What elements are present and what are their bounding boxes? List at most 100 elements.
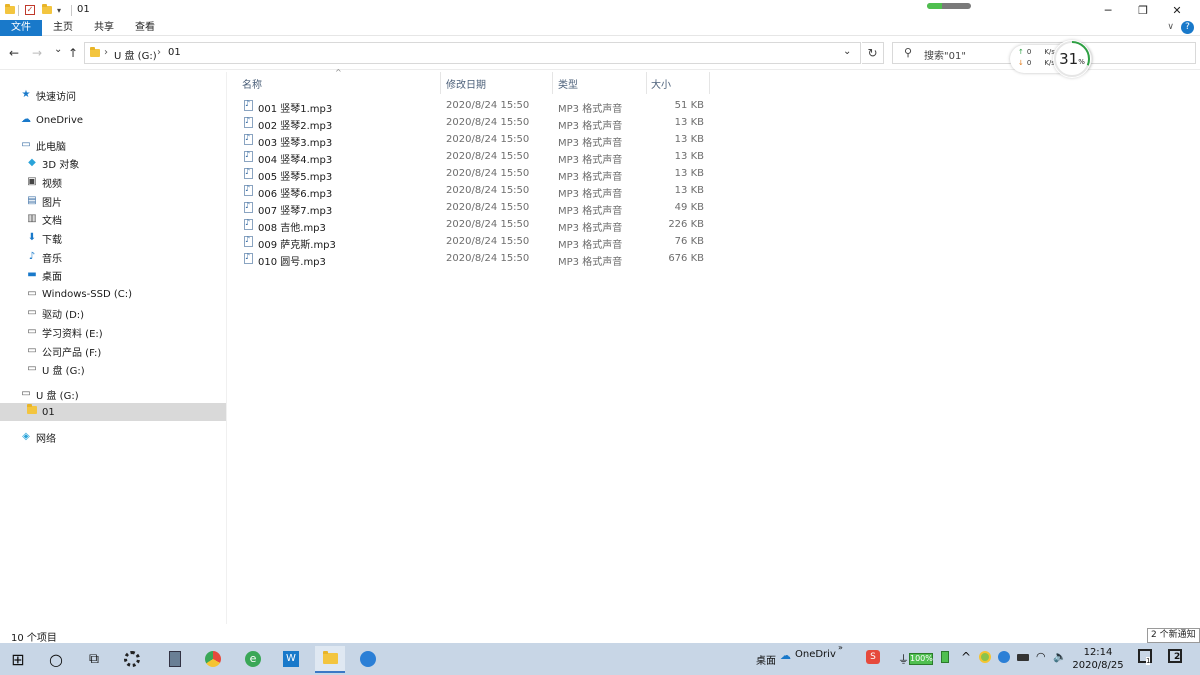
forward-button[interactable]: → xyxy=(32,46,42,60)
file-row[interactable]: 007 竖琴7.mp3 2020/8/24 15:50 MP3 格式声音 49 KB xyxy=(241,199,711,217)
crumb-separator[interactable]: › xyxy=(157,47,161,58)
star-icon: ★ xyxy=(21,89,31,100)
desktop-icon: ▬ xyxy=(27,269,37,280)
crumb-folder-01[interactable]: 01 xyxy=(168,47,181,58)
onedrive-tray-icon[interactable]: ☁ xyxy=(780,649,791,662)
sidebar-item[interactable]: ▣ 视频 xyxy=(0,173,226,191)
device-tray-icon[interactable] xyxy=(1017,654,1029,661)
sidebar-item[interactable]: ▭ 此电脑 xyxy=(0,136,226,154)
sidebar-item[interactable]: ★ 快速访问 xyxy=(0,86,226,104)
desktop-toolbar-label[interactable]: 桌面 xyxy=(756,652,776,667)
file-name: 003 竖琴3.mp3 xyxy=(258,138,333,149)
back-button[interactable]: ← xyxy=(9,46,19,60)
file-row[interactable]: 005 竖琴5.mp3 2020/8/24 15:50 MP3 格式声音 13 KB xyxy=(241,165,711,183)
column-size[interactable]: 大小 xyxy=(651,76,671,92)
tab-view[interactable]: 查看 xyxy=(130,20,160,36)
column-divider[interactable] xyxy=(552,72,553,94)
column-divider[interactable] xyxy=(709,72,710,94)
column-divider[interactable] xyxy=(440,72,441,94)
clock[interactable]: 12:14 2020/8/25 xyxy=(1072,646,1124,672)
new-folder-icon[interactable] xyxy=(42,3,52,17)
sidebar-item[interactable]: ▭ 学习资料 (E:) xyxy=(0,323,226,341)
column-name[interactable]: 名称 xyxy=(242,76,262,92)
security-tray-icon[interactable] xyxy=(979,651,991,663)
sidebar-item[interactable]: ☁ OneDrive xyxy=(0,111,226,129)
picture-icon: ▤ xyxy=(27,195,37,206)
file-type: MP3 格式声音 xyxy=(558,104,623,115)
sidebar-item[interactable]: ◆ 3D 对象 xyxy=(0,154,226,172)
file-size: 676 KB xyxy=(668,253,704,264)
sidebar-item[interactable]: ▭ Windows-SSD (C:) xyxy=(0,285,226,303)
battery-indicator[interactable]: 100% xyxy=(909,653,933,665)
column-divider[interactable] xyxy=(646,72,647,94)
audio-file-icon xyxy=(244,201,253,213)
sidebar-item[interactable]: ▥ 文档 xyxy=(0,210,226,228)
file-type: MP3 格式声音 xyxy=(558,257,623,268)
shield-tray-icon[interactable] xyxy=(998,651,1010,663)
help-icon[interactable]: ? xyxy=(1181,21,1194,34)
plug-icon[interactable]: ⏚ xyxy=(898,651,909,667)
up-button[interactable]: ↑ xyxy=(68,46,78,60)
sidebar-item[interactable]: ▭ U 盘 (G:) xyxy=(0,360,226,378)
expand-ribbon-icon[interactable]: ∨ xyxy=(1167,22,1174,32)
customize-qat-icon[interactable]: ▾ xyxy=(57,3,61,17)
sidebar-item[interactable]: ♪ 音乐 xyxy=(0,248,226,266)
sidebar-item[interactable]: ◈ 网络 xyxy=(0,428,226,446)
file-row[interactable]: 004 竖琴4.mp3 2020/8/24 15:50 MP3 格式声音 13 KB xyxy=(241,148,711,166)
address-bar[interactable]: › U 盘 (G:) › 01 xyxy=(84,42,861,64)
fan-app-icon[interactable] xyxy=(121,648,143,670)
column-date[interactable]: 修改日期 xyxy=(446,76,486,92)
file-row[interactable]: 006 竖琴6.mp3 2020/8/24 15:50 MP3 格式声音 13 KB xyxy=(241,182,711,200)
download-arrow-icon: ↓ xyxy=(1018,59,1024,67)
file-size: 49 KB xyxy=(674,202,704,213)
percent-sign: % xyxy=(1078,58,1085,66)
wifi-icon[interactable]: ◠ xyxy=(1036,650,1046,663)
toolbar-overflow-icon[interactable]: » xyxy=(838,643,843,652)
tab-file[interactable]: 文件 xyxy=(0,20,42,36)
start-button[interactable]: ⊞ xyxy=(7,648,29,670)
tab-share[interactable]: 共享 xyxy=(89,20,119,36)
word-app-icon[interactable]: W xyxy=(280,648,302,670)
crumb-separator[interactable]: › xyxy=(104,47,108,58)
file-row[interactable]: 002 竖琴2.mp3 2020/8/24 15:50 MP3 格式声音 13 KB xyxy=(241,114,711,132)
sidebar-item[interactable]: ▤ 图片 xyxy=(0,192,226,210)
tab-home[interactable]: 主页 xyxy=(48,20,78,36)
file-explorer-taskbar-icon[interactable] xyxy=(315,646,345,673)
sidebar-item-label: 网络 xyxy=(36,433,56,445)
file-row[interactable]: 003 竖琴3.mp3 2020/8/24 15:50 MP3 格式声音 13 KB xyxy=(241,131,711,149)
calculator-icon[interactable] xyxy=(164,648,186,670)
sidebar-item[interactable]: ▬ 桌面 xyxy=(0,266,226,284)
file-row[interactable]: 009 萨克斯.mp3 2020/8/24 15:50 MP3 格式声音 76 KB xyxy=(241,233,711,251)
sidebar-item[interactable]: ▭ 公司产品 (F:) xyxy=(0,342,226,360)
crumb-usb-drive[interactable]: U 盘 (G:) xyxy=(114,47,157,62)
properties-check-icon[interactable]: ✓ xyxy=(25,3,35,17)
task-view-button[interactable]: ⧉ xyxy=(83,648,105,670)
onedrive-toolbar-label[interactable]: OneDriv xyxy=(795,649,836,660)
search-button[interactable]: ○ xyxy=(45,648,67,670)
file-date: 2020/8/24 15:50 xyxy=(446,168,530,179)
file-date: 2020/8/24 15:50 xyxy=(446,100,530,111)
show-hidden-icons-button[interactable]: ^ xyxy=(961,650,971,664)
address-dropdown-button[interactable]: ⌄ xyxy=(843,46,851,57)
audio-file-icon xyxy=(244,150,253,162)
action-center-icon[interactable]: 2 xyxy=(1168,649,1182,663)
recent-locations-button[interactable]: ⌄ xyxy=(54,44,62,55)
file-row[interactable]: 010 圆号.mp3 2020/8/24 15:50 MP3 格式声音 676 KB xyxy=(241,250,711,268)
feishu-app-icon[interactable] xyxy=(357,648,379,670)
column-type[interactable]: 类型 xyxy=(558,76,578,92)
chrome-icon[interactable] xyxy=(202,648,224,670)
file-type: MP3 格式声音 xyxy=(558,240,623,251)
file-row[interactable]: 001 竖琴1.mp3 2020/8/24 15:50 MP3 格式声音 51 KB xyxy=(241,97,711,115)
volume-icon[interactable]: 🔈 xyxy=(1053,650,1067,663)
close-button[interactable]: ✕ xyxy=(1154,0,1200,20)
show-desktop-icon[interactable]: 1 xyxy=(1138,649,1152,665)
sidebar-item[interactable]: ▭ U 盘 (G:) xyxy=(0,385,226,403)
edge-icon[interactable]: e xyxy=(242,648,264,670)
sogou-input-icon[interactable]: S xyxy=(866,650,880,664)
sidebar-item[interactable]: ⬇ 下载 xyxy=(0,229,226,247)
refresh-button[interactable]: ↻ xyxy=(862,42,884,64)
sidebar-item[interactable]: ▭ 驱动 (D:) xyxy=(0,304,226,322)
file-row[interactable]: 008 吉他.mp3 2020/8/24 15:50 MP3 格式声音 226 KB xyxy=(241,216,711,234)
battery-icon[interactable] xyxy=(941,651,949,663)
sidebar-item[interactable]: 01 xyxy=(0,403,226,421)
